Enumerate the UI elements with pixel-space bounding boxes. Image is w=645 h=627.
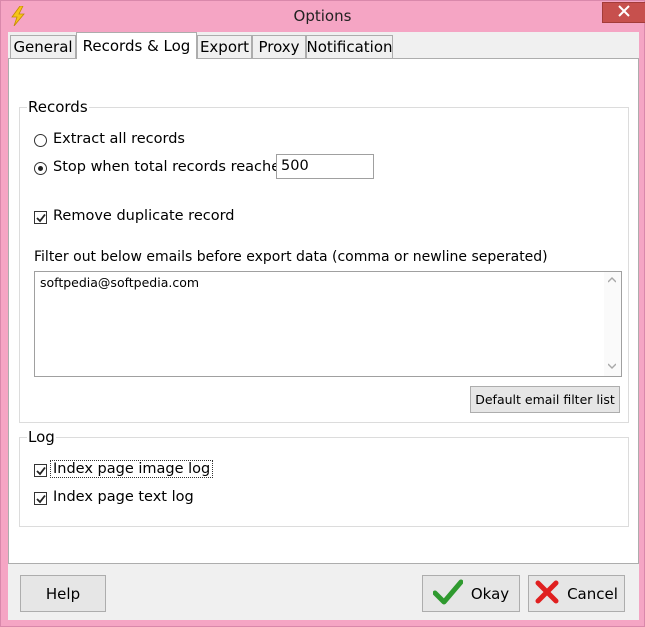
checkmark-icon bbox=[35, 213, 46, 222]
text-log-label: Index page text log bbox=[53, 489, 194, 505]
checkmark-icon bbox=[35, 466, 46, 475]
extract-all-label: Extract all records bbox=[53, 131, 185, 147]
tab-notification[interactable]: Notification bbox=[306, 35, 393, 58]
button-bar: Help Okay Cancel bbox=[8, 564, 639, 620]
okay-label: Okay bbox=[470, 584, 510, 603]
cancel-x-icon bbox=[535, 580, 559, 608]
close-button[interactable] bbox=[602, 2, 645, 23]
stop-when-radio[interactable] bbox=[34, 162, 47, 175]
log-group-label: Log bbox=[27, 428, 56, 446]
scroll-down-icon[interactable] bbox=[607, 362, 617, 371]
records-group: Records Extract all records Stop when to… bbox=[19, 98, 629, 423]
remove-duplicate-label: Remove duplicate record bbox=[53, 208, 235, 224]
okay-button[interactable]: Okay bbox=[422, 575, 520, 612]
cancel-label: Cancel bbox=[567, 584, 618, 603]
close-icon bbox=[618, 4, 630, 21]
stop-when-label: Stop when total records reaches bbox=[53, 159, 288, 175]
filter-label: Filter out below emails before export da… bbox=[34, 249, 548, 265]
scroll-up-icon[interactable] bbox=[607, 276, 617, 285]
remove-duplicate-checkbox[interactable] bbox=[34, 211, 47, 224]
tab-general[interactable]: General bbox=[10, 35, 76, 58]
textarea-scrollbar[interactable] bbox=[604, 272, 621, 376]
image-log-checkbox[interactable] bbox=[34, 464, 47, 477]
email-filter-text: softpedia@softpedia.com bbox=[40, 275, 200, 290]
records-log-panel: Records Extract all records Stop when to… bbox=[8, 58, 639, 564]
cancel-button[interactable]: Cancel bbox=[528, 575, 625, 612]
log-group: Log Index page image log Index page text… bbox=[19, 428, 629, 527]
email-filter-textarea[interactable]: softpedia@softpedia.com bbox=[34, 271, 622, 377]
tab-export[interactable]: Export bbox=[197, 35, 252, 58]
checkmark-icon bbox=[432, 579, 464, 609]
default-email-filter-button[interactable]: Default email filter list bbox=[470, 386, 620, 413]
window-title: Options bbox=[293, 7, 352, 25]
tab-proxy[interactable]: Proxy bbox=[252, 35, 306, 58]
extract-all-radio[interactable] bbox=[34, 134, 47, 147]
dialog-client: General Records & Log Export Proxy Notif… bbox=[8, 32, 639, 620]
title-bar[interactable]: Options bbox=[1, 1, 645, 32]
records-group-label: Records bbox=[27, 98, 89, 116]
stop-value-input[interactable]: 500 bbox=[276, 154, 374, 179]
checkmark-icon bbox=[35, 494, 46, 503]
help-button[interactable]: Help bbox=[20, 575, 106, 612]
text-log-checkbox[interactable] bbox=[34, 492, 47, 505]
tab-records-log[interactable]: Records & Log bbox=[76, 32, 197, 59]
tab-strip: General Records & Log Export Proxy Notif… bbox=[8, 32, 639, 59]
image-log-label: Index page image log bbox=[49, 460, 214, 478]
options-window: Options General Records & Log Export Pro… bbox=[0, 0, 645, 627]
